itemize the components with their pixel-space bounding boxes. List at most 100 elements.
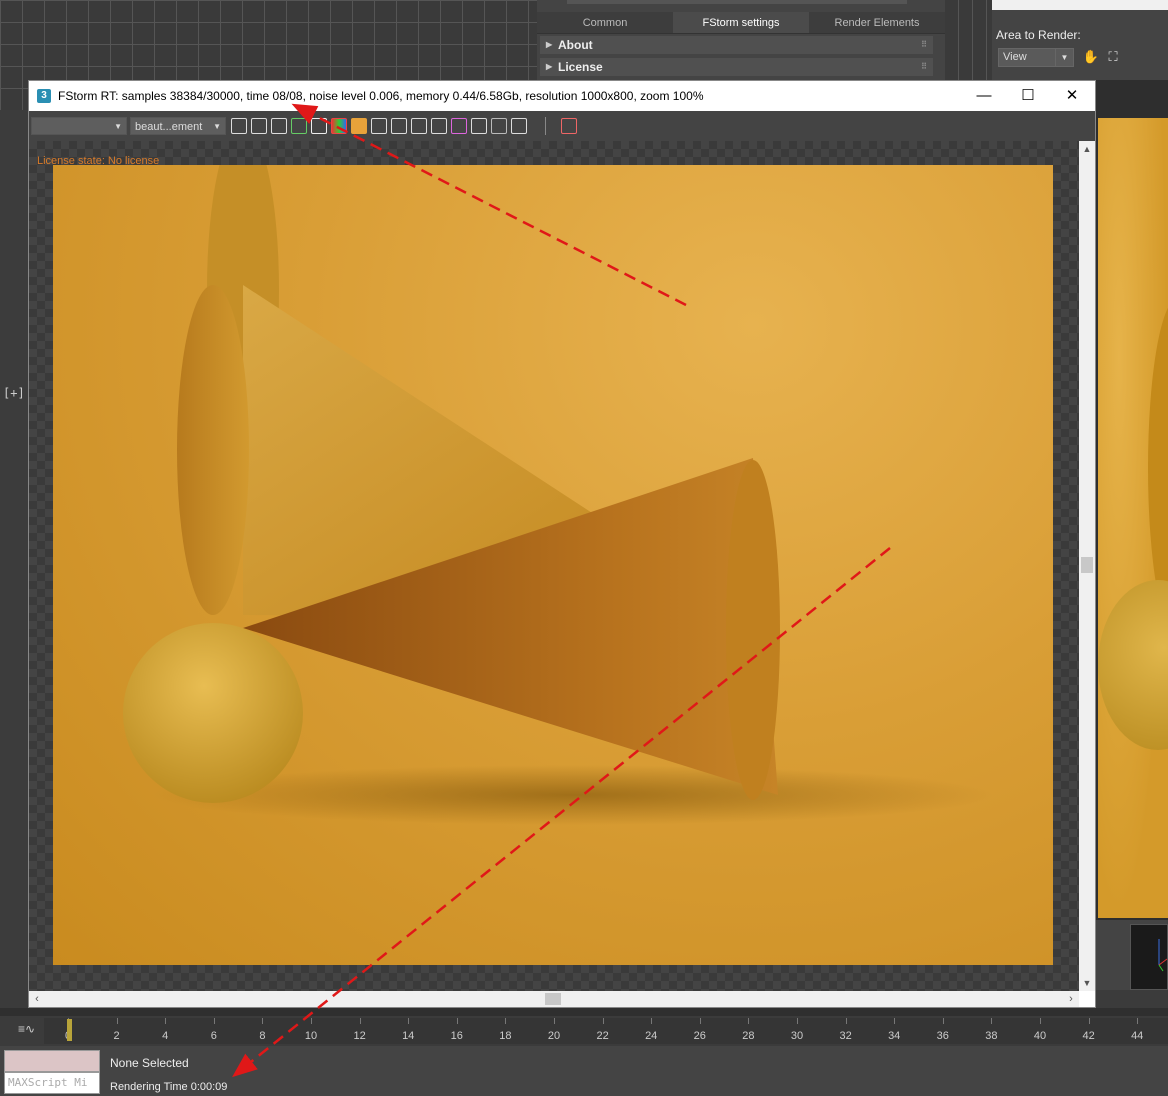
render-canvas[interactable]: License state: No license xyxy=(29,141,1079,991)
maximize-button[interactable]: ☐ xyxy=(1005,81,1051,111)
scroll-down-icon[interactable]: ▼ xyxy=(1079,975,1095,991)
scroll-up-icon[interactable]: ▲ xyxy=(1079,141,1095,157)
render-element-value: beaut...ement xyxy=(135,121,203,133)
color-picker-icon[interactable] xyxy=(451,118,467,134)
area-to-render-select[interactable]: View ▼ xyxy=(998,48,1074,67)
maxscript-input[interactable]: MAXScript Mi xyxy=(4,1072,100,1094)
curve-editor-icon[interactable]: ≡∿ xyxy=(18,1022,35,1036)
sphere xyxy=(123,623,303,803)
timeline-tick-label: 44 xyxy=(1131,1030,1144,1042)
scroll-left-icon[interactable]: ‹ xyxy=(29,991,45,1007)
render-setup-topbar xyxy=(567,0,907,4)
timeline-tick xyxy=(262,1018,264,1024)
timeline-tick-label: 10 xyxy=(304,1030,318,1042)
toolbar-separator xyxy=(545,117,546,135)
pause-icon[interactable] xyxy=(351,118,367,134)
timeline-tick-label: 26 xyxy=(693,1030,706,1042)
viewport-label[interactable]: [+] xyxy=(3,386,25,400)
triangle-right-icon: ▶ xyxy=(546,40,553,49)
timeline-tick-label: 12 xyxy=(353,1030,366,1042)
viewcube-gizmo[interactable] xyxy=(1130,924,1168,990)
channel-select[interactable]: ▼ xyxy=(31,117,127,135)
timeline-tick xyxy=(311,1018,312,1024)
maxscript-listener-output[interactable] xyxy=(4,1050,100,1072)
timeline-tick-label: 14 xyxy=(402,1030,415,1042)
crop-icon[interactable] xyxy=(411,118,427,134)
timeline-tick xyxy=(554,1018,555,1024)
viewport-left-strip xyxy=(0,110,28,990)
exposure-icon[interactable] xyxy=(431,118,447,134)
frame-slider[interactable] xyxy=(0,1008,1168,1016)
zoom-icon[interactable] xyxy=(471,118,487,134)
timeline-tick xyxy=(213,1018,215,1024)
timeline-tick-label: 16 xyxy=(450,1030,463,1042)
render-toolbar: ▼ beaut...ement ▼ xyxy=(29,111,1095,141)
render-setup-tabs: Common FStorm settings Render Elements xyxy=(537,12,945,34)
timeline-tick xyxy=(602,1018,604,1024)
3dsmax-app-icon: 3 xyxy=(37,89,51,103)
tab-common[interactable]: Common xyxy=(537,12,673,34)
background-sphere xyxy=(1098,580,1168,750)
timeline-tick-label: 36 xyxy=(936,1030,949,1042)
background-render-image xyxy=(1098,118,1168,918)
timeline-tick xyxy=(1137,1018,1139,1024)
timeline-tick-label: 8 xyxy=(259,1030,266,1042)
window-title-bar[interactable]: 3 FStorm RT: samples 38384/30000, time 0… xyxy=(29,81,1095,111)
timeline-tick xyxy=(408,1018,410,1024)
vertical-scroll-thumb[interactable] xyxy=(1081,557,1093,573)
rerender-icon[interactable] xyxy=(561,118,577,134)
horizontal-scroll-thumb[interactable] xyxy=(545,993,561,1005)
timeline-tick-label: 20 xyxy=(547,1030,561,1042)
timeline-tick xyxy=(894,1018,896,1024)
color-channels-icon[interactable] xyxy=(331,118,347,134)
frame-icon[interactable] xyxy=(391,118,407,134)
timeline-tick xyxy=(651,1018,653,1024)
area-panel-top xyxy=(992,0,1168,10)
selection-status: None Selected xyxy=(110,1056,189,1070)
timeline-tick xyxy=(942,1018,944,1024)
save-image-icon[interactable] xyxy=(231,118,247,134)
timeline-tick xyxy=(165,1018,167,1024)
time-slider-marker[interactable] xyxy=(67,1019,72,1041)
rendered-image xyxy=(53,165,1053,965)
chevron-down-icon: ▼ xyxy=(213,122,221,131)
timeline-tick-label: 40 xyxy=(1033,1030,1047,1042)
timeline-tick xyxy=(699,1018,701,1024)
copy-icon[interactable] xyxy=(271,118,287,134)
refresh-icon[interactable] xyxy=(291,118,307,134)
rollout-license[interactable]: ▶ License ⠿ xyxy=(540,58,933,76)
region-icon[interactable] xyxy=(371,118,387,134)
rendering-time: Rendering Time 0:00:09 xyxy=(110,1081,228,1093)
chevron-down-icon: ▼ xyxy=(114,122,122,131)
tab-fstorm-settings[interactable]: FStorm settings xyxy=(673,12,809,34)
region-select-icon[interactable]: ⛶ xyxy=(1104,48,1122,66)
render-frame-window: 3 FStorm RT: samples 38384/30000, time 0… xyxy=(28,80,1096,1008)
timeline-tick-label: 32 xyxy=(839,1030,852,1042)
save-icon[interactable] xyxy=(251,118,267,134)
triangle-right-icon: ▶ xyxy=(546,62,553,71)
timeline-tick-label: 18 xyxy=(499,1030,512,1042)
tab-render-elements[interactable]: Render Elements xyxy=(809,12,945,34)
render-element-select[interactable]: beaut...ement ▼ xyxy=(130,117,226,135)
area-to-render-panel: Area to Render: View ▼ ✋ ⛶ xyxy=(992,10,1168,80)
close-button[interactable]: ✕ xyxy=(1049,81,1095,111)
pan-hand-icon[interactable]: ✋ xyxy=(1082,48,1100,66)
timeline-tick-label: 30 xyxy=(790,1030,804,1042)
rendered-scene xyxy=(123,165,993,825)
clone-icon[interactable] xyxy=(311,118,327,134)
window-title: FStorm RT: samples 38384/30000, time 08/… xyxy=(58,89,704,103)
timeline-tick xyxy=(1040,1018,1041,1024)
timeline-tick-label: 38 xyxy=(985,1030,998,1042)
timeline-tick xyxy=(797,1018,798,1024)
timeline-ruler[interactable]: 0246810121416182022242628303234363840424… xyxy=(44,1018,1168,1044)
timeline-tick xyxy=(1088,1018,1090,1024)
timeline-tick xyxy=(991,1018,993,1024)
timeline-tick-label: 34 xyxy=(888,1030,901,1042)
timeline-tick-label: 22 xyxy=(596,1030,609,1042)
minimize-button[interactable]: — xyxy=(961,81,1007,111)
scroll-right-icon[interactable]: › xyxy=(1063,991,1079,1007)
rollout-about[interactable]: ▶ About ⠿ xyxy=(540,36,933,54)
cone-bottom-base xyxy=(726,460,780,800)
alpha-icon[interactable] xyxy=(491,118,507,134)
settings-icon[interactable] xyxy=(511,118,527,134)
